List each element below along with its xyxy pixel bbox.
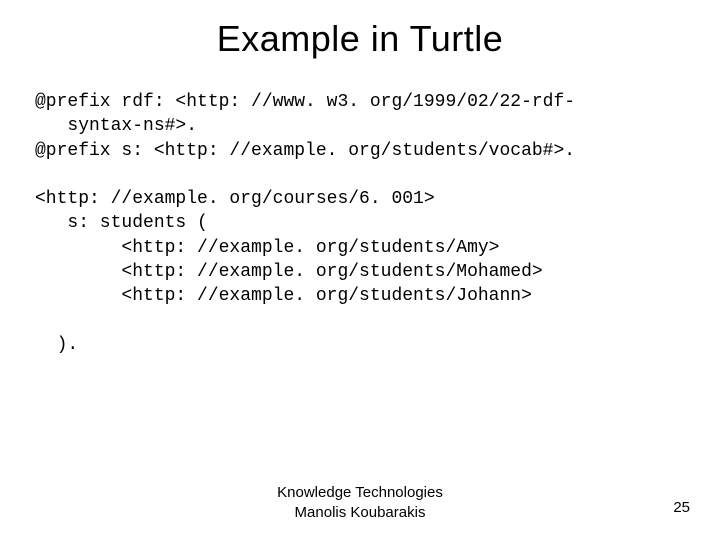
- code-block: @prefix rdf: <http: //www. w3. org/1999/…: [0, 70, 720, 357]
- footer-line-2: Manolis Koubarakis: [295, 504, 426, 521]
- page-number: 25: [673, 499, 690, 516]
- footer: Knowledge Technologies Manolis Koubaraki…: [0, 483, 720, 522]
- slide: Example in Turtle @prefix rdf: <http: //…: [0, 0, 720, 540]
- footer-line-1: Knowledge Technologies: [277, 484, 443, 501]
- slide-title: Example in Turtle: [0, 0, 720, 70]
